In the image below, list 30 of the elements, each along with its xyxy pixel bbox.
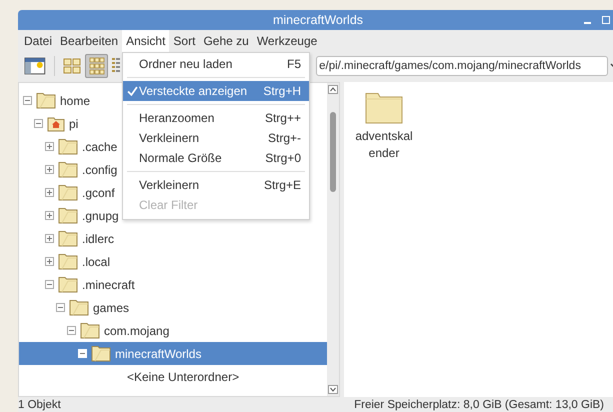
- menu-entry-label: Versteckte anzeigen: [139, 84, 248, 98]
- menu-entry-label: Verkleinern: [139, 131, 200, 145]
- shortcut-label: Strg+E: [264, 178, 301, 192]
- shortcut-label: Strg+0: [265, 151, 301, 165]
- folder-name: .cache: [82, 140, 118, 154]
- folder-name: minecraftWorlds: [115, 346, 202, 360]
- shortcut-label: Strg+-: [268, 131, 301, 145]
- folder-name: .gnupg: [82, 208, 119, 222]
- folder-name: .minecraft: [82, 278, 135, 292]
- folder-name: .config: [82, 162, 118, 176]
- folder-name: pi: [69, 116, 78, 130]
- menu-entry-label: Verkleinern: [139, 178, 200, 192]
- window-title: minecraftWorlds: [272, 13, 364, 27]
- folder-name: .idlerc: [82, 232, 114, 246]
- shortcut-label: Strg+H: [263, 84, 301, 98]
- folder-name: home: [60, 94, 90, 108]
- menu-entry-label: Ordner neu laden: [139, 57, 234, 71]
- folder-name: .local: [82, 254, 110, 268]
- menu-entry-label: Clear Filter: [139, 198, 199, 212]
- folder-name: .gconf: [82, 186, 115, 200]
- no-subfolders-label: <Keine Unterordner>: [126, 370, 240, 384]
- shortcut-label: F5: [286, 57, 301, 71]
- folder-name: adventskalender: [354, 128, 414, 162]
- status-free-space: Freier Speicherplatz: 8,0 GiB (Gesamt: 13,0 GiB): [354, 398, 604, 410]
- folder-name: com.mojang: [104, 324, 170, 338]
- status-item-count: 1 Objekt: [18, 398, 61, 410]
- menu-entry-label: Normale Größe: [139, 151, 223, 165]
- folder-name: games: [93, 300, 130, 314]
- shortcut-label: Strg++: [264, 111, 301, 125]
- menu-entry-label: Heranzoomen: [139, 111, 216, 125]
